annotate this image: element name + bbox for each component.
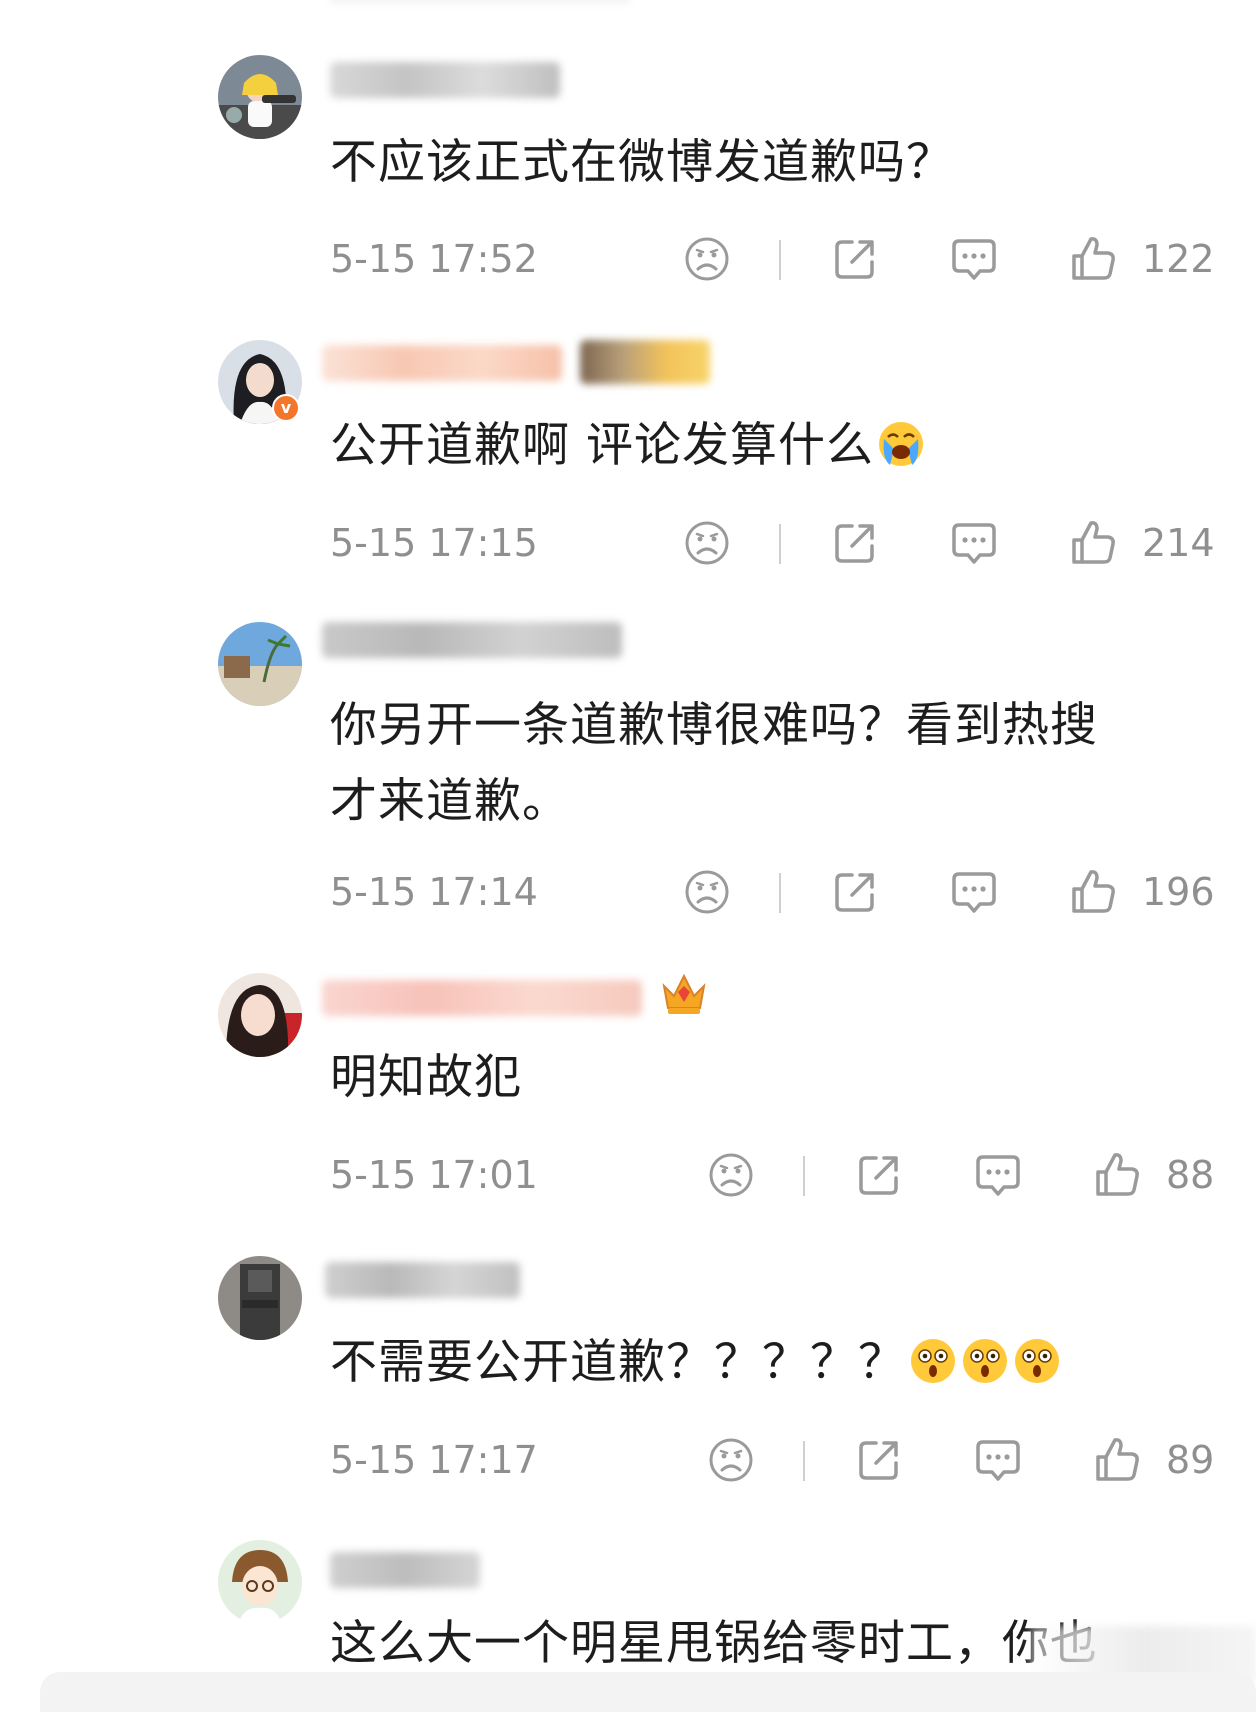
share-icon[interactable] [830, 867, 880, 917]
divider [803, 1441, 805, 1481]
comment-text: 明知故犯 [330, 1050, 522, 1105]
crown-badge-icon [662, 973, 706, 1014]
share-icon[interactable] [830, 234, 880, 284]
thumbs-up-icon[interactable] [1068, 234, 1118, 284]
comment-text: 不需要公开道歉？？？？？ [330, 1325, 1210, 1401]
username-blurred[interactable] [322, 622, 622, 658]
like-count: 89 [1166, 1438, 1215, 1482]
verified-badge: v [272, 394, 300, 422]
comment-bubble-icon[interactable] [973, 1150, 1023, 1200]
avatar[interactable] [218, 55, 302, 139]
comment-text-content: 公开道歉啊 评论发算什么 [330, 418, 874, 473]
divider [779, 524, 781, 564]
previous-comment-cutoff [330, 0, 630, 4]
username-blurred[interactable] [322, 345, 562, 381]
share-icon[interactable] [854, 1435, 904, 1485]
comment-bubble-icon[interactable] [949, 518, 999, 568]
sad-face-icon[interactable] [682, 518, 732, 568]
comment-text-content: 不需要公开道歉？？？？？ [330, 1335, 906, 1390]
loudly-crying-emoji [876, 419, 926, 469]
avatar[interactable] [218, 1256, 302, 1340]
like-count: 88 [1166, 1153, 1215, 1197]
sad-face-icon[interactable] [682, 234, 732, 284]
comment-bubble-icon[interactable] [973, 1435, 1023, 1485]
thumbs-up-icon[interactable] [1068, 867, 1118, 917]
comment-text: 你另开一条道歉博很难吗？看到热搜 才来道歉。 [330, 688, 1210, 840]
comment-bubble-icon[interactable] [949, 234, 999, 284]
astonished-face-emoji [1012, 1336, 1062, 1386]
comment-text-line: 你另开一条道歉博很难吗？看到热搜 [330, 698, 1098, 753]
avatar[interactable] [218, 973, 302, 1057]
username-blurred[interactable] [330, 62, 560, 98]
sad-face-icon[interactable] [706, 1150, 756, 1200]
comment-text-line: 才来道歉。 [330, 774, 570, 829]
divider [803, 1156, 805, 1196]
like-count: 214 [1142, 521, 1215, 565]
member-badge-blurred [580, 340, 710, 384]
timestamp: 5-15 17:01 [330, 1153, 538, 1197]
bottom-input-bar[interactable] [40, 1672, 1256, 1712]
timestamp: 5-15 17:14 [330, 870, 538, 914]
share-icon[interactable] [830, 518, 880, 568]
avatar[interactable] [218, 622, 302, 706]
comment-text: 不应该正式在微博发道歉吗？ [330, 135, 954, 190]
username-blurred[interactable] [322, 980, 642, 1016]
thumbs-up-icon[interactable] [1092, 1150, 1142, 1200]
divider [779, 873, 781, 913]
username-blurred[interactable] [330, 1552, 480, 1588]
timestamp: 5-15 17:52 [330, 237, 538, 281]
timestamp: 5-15 17:17 [330, 1438, 538, 1482]
thumbs-up-icon[interactable] [1092, 1435, 1142, 1485]
timestamp: 5-15 17:15 [330, 521, 538, 565]
astonished-face-emoji [908, 1336, 958, 1386]
like-count: 196 [1142, 870, 1215, 914]
thumbs-up-icon[interactable] [1068, 518, 1118, 568]
astonished-face-emoji [960, 1336, 1010, 1386]
divider [779, 240, 781, 280]
like-count: 122 [1142, 237, 1215, 281]
comment-bubble-icon[interactable] [949, 867, 999, 917]
sad-face-icon[interactable] [706, 1435, 756, 1485]
avatar[interactable] [218, 1540, 302, 1624]
sad-face-icon[interactable] [682, 867, 732, 917]
username-blurred[interactable] [325, 1262, 520, 1298]
share-icon[interactable] [854, 1150, 904, 1200]
comment-text: 公开道歉啊 评论发算什么 [330, 408, 1210, 484]
